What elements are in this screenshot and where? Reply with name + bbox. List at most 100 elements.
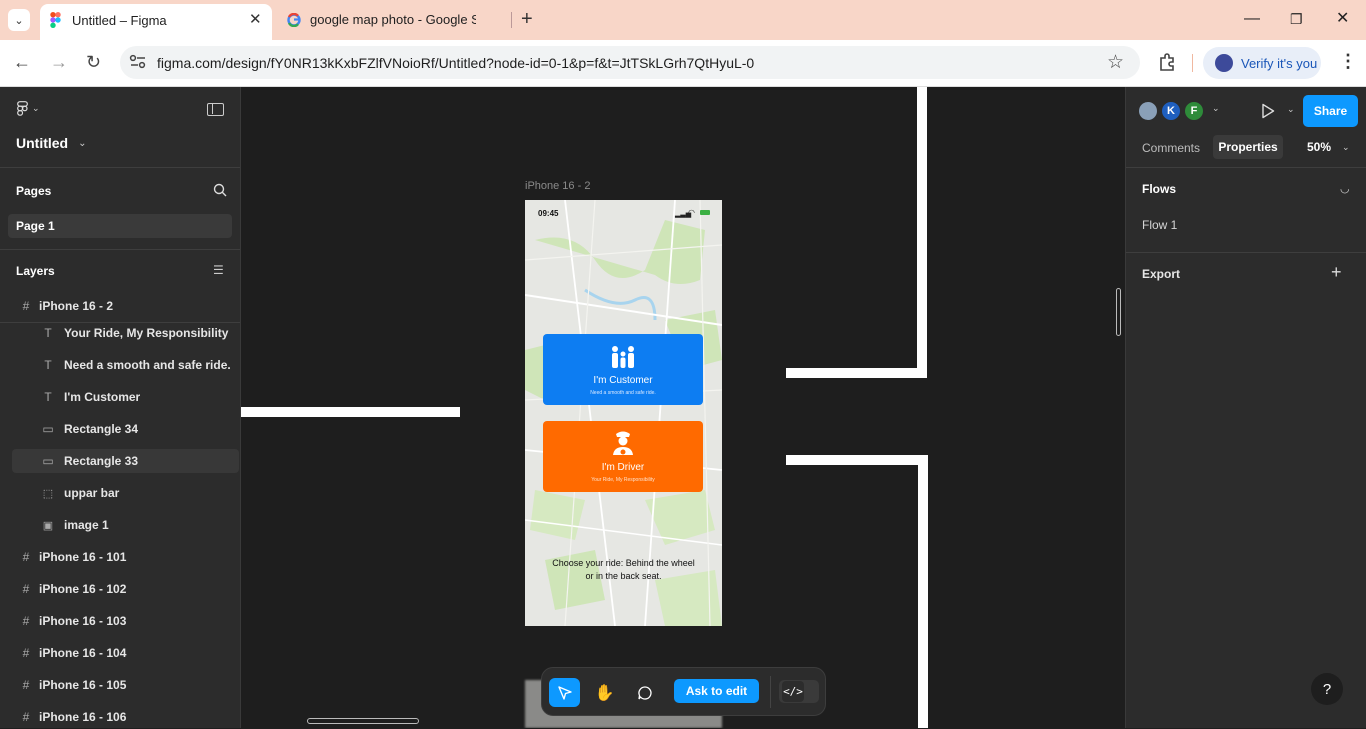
design-canvas[interactable]: iPhone 16 - 2 09:45 ▂▃▅ ◠ I'm Customer N… — [241, 87, 1125, 728]
present-icon[interactable] — [1261, 103, 1275, 119]
layer-row[interactable]: # iPhone 16 - 103 — [0, 609, 240, 633]
tab-search-button[interactable]: ⌄ — [8, 9, 30, 31]
chevron-down-icon[interactable]: ⌄ — [1287, 104, 1295, 115]
hand-tool-button[interactable]: ✋ — [589, 678, 620, 707]
divider — [1126, 167, 1366, 168]
new-tab-icon[interactable]: + — [521, 9, 533, 29]
omnibox[interactable]: figma.com/design/fY0NR13kKxbFZlfVNoioRf/… — [120, 46, 1140, 79]
address-toolbar: ← → ↻ figma.com/design/fY0NR13kKxbFZlfVN… — [0, 40, 1366, 87]
file-name[interactable]: Untitled ⌄ — [16, 135, 87, 151]
driver-subtitle: Your Ride, My Responsibility — [591, 477, 655, 483]
cursor-icon — [557, 685, 573, 701]
driver-icon — [611, 429, 635, 457]
layer-row[interactable]: ⬚ uppar bar — [0, 481, 240, 505]
tab-google[interactable]: google map photo - Google Se — [287, 12, 507, 27]
extensions-icon[interactable] — [1157, 52, 1177, 72]
divider — [0, 249, 240, 250]
help-button[interactable]: ? — [1311, 673, 1343, 705]
layer-row[interactable]: T I'm Customer — [0, 385, 240, 409]
customer-subtitle: Need a smooth and safe ride. — [590, 390, 656, 396]
layer-name: Rectangle 34 — [64, 422, 139, 436]
dev-mode-toggle[interactable]: </> — [779, 680, 819, 703]
tab-figma-content: Untitled – Figma — [50, 12, 260, 28]
layer-row[interactable]: T Your Ride, My Responsibility — [0, 321, 240, 345]
share-button[interactable]: Share — [1303, 95, 1358, 127]
customer-title: I'm Customer — [593, 375, 653, 386]
ask-to-edit-button[interactable]: Ask to edit — [674, 679, 759, 703]
layer-row[interactable]: ▭ Rectangle 34 — [0, 417, 240, 441]
layer-row[interactable]: # iPhone 16 - 101 — [0, 545, 240, 569]
restore-icon[interactable]: ❐ — [1290, 10, 1303, 28]
frame-icon: # — [22, 614, 30, 628]
back-icon[interactable]: ← — [13, 52, 31, 72]
layer-row[interactable]: T Need a smooth and safe ride. — [0, 353, 240, 377]
rectangle-icon: ▭ — [42, 422, 54, 436]
flow-item[interactable]: Flow 1 — [1142, 218, 1177, 232]
footer-text: Choose your ride: Behind the wheel or in… — [552, 558, 695, 581]
layer-name: iPhone 16 - 102 — [39, 582, 127, 596]
layer-name: iPhone 16 - 106 — [39, 710, 127, 724]
move-tool-button[interactable] — [549, 678, 580, 707]
minimize-icon[interactable]: — — [1244, 10, 1260, 28]
page-item-page-1[interactable]: Page 1 — [8, 214, 232, 238]
page-label: Page 1 — [16, 219, 55, 233]
tab-comments[interactable]: Comments — [1142, 141, 1200, 155]
browser-menu-icon[interactable]: ⋮ — [1339, 51, 1357, 72]
profile-icon — [1215, 54, 1233, 72]
add-export-icon[interactable]: + — [1331, 262, 1342, 283]
tab-title: google map photo - Google Se — [310, 12, 476, 27]
collapse-layers-icon[interactable]: ☰ — [213, 263, 224, 277]
customer-card[interactable]: I'm Customer Need a smooth and safe ride… — [543, 334, 703, 405]
search-icon[interactable] — [213, 183, 227, 197]
layers-panel: ⌄ Untitled ⌄ Pages Page 1 Layers ☰ # iPho… — [0, 87, 241, 728]
vertical-scrollbar[interactable] — [1116, 288, 1121, 336]
chevron-down-icon: ⌄ — [1342, 141, 1350, 152]
zoom-dropdown[interactable]: 50% ⌄ — [1307, 140, 1350, 154]
layer-name: iPhone 16 - 104 — [39, 646, 127, 660]
layer-name: image 1 — [64, 518, 109, 532]
layer-row[interactable]: # iPhone 16 - 102 — [0, 577, 240, 601]
reload-icon[interactable]: ↻ — [86, 52, 101, 72]
family-icon — [609, 345, 637, 370]
comment-tool-button[interactable] — [629, 678, 660, 707]
layer-row[interactable]: ▣ image 1 — [0, 513, 240, 537]
frame-label[interactable]: iPhone 16 - 2 — [525, 180, 590, 192]
forward-icon[interactable]: → — [50, 52, 68, 72]
driver-card[interactable]: I'm Driver Your Ride, My Responsibility — [543, 421, 703, 492]
verify-label: Verify it's you — [1241, 55, 1318, 71]
image-icon: ▣ — [42, 519, 54, 532]
collaborator-avatars[interactable]: K F ⌄ — [1137, 100, 1227, 122]
verify-identity-button[interactable]: Verify it's you — [1203, 47, 1321, 79]
toolbar-divider — [770, 676, 771, 708]
layer-row-selected[interactable]: ▭ Rectangle 33 — [12, 449, 239, 473]
tab-title: Untitled – Figma — [72, 12, 167, 28]
export-title: Export — [1142, 267, 1181, 281]
main-menu-button[interactable]: ⌄ — [17, 101, 40, 116]
prototype-connector — [786, 368, 927, 378]
iphone-frame[interactable]: 09:45 ▂▃▅ ◠ I'm Customer Need a smooth a… — [525, 200, 722, 626]
hand-icon: ✋ — [594, 684, 615, 702]
layer-name: iPhone 16 - 103 — [39, 614, 127, 628]
chevron-down-icon: ⌄ — [1212, 103, 1220, 113]
layers-title: Layers — [16, 264, 55, 278]
bookmark-star-icon[interactable]: ☆ — [1107, 51, 1124, 74]
horizontal-scrollbar[interactable] — [307, 718, 419, 724]
help-icon: ? — [1322, 680, 1332, 698]
close-window-icon[interactable]: ✕ — [1336, 10, 1349, 28]
close-tab-icon[interactable]: ✕ — [249, 12, 262, 28]
layer-name: iPhone 16 - 101 — [39, 550, 127, 564]
zoom-level: 50% — [1307, 140, 1332, 154]
frame-icon: # — [22, 299, 30, 313]
driver-title: I'm Driver — [601, 462, 645, 473]
layer-row[interactable]: # iPhone 16 - 105 — [0, 673, 240, 697]
layer-row[interactable]: # iPhone 16 - 106 — [0, 705, 240, 729]
tab-properties[interactable]: Properties — [1213, 135, 1283, 159]
avatar: F — [1183, 100, 1205, 122]
toggle-sidebar-icon[interactable] — [207, 103, 224, 116]
layer-row[interactable]: # iPhone 16 - 104 — [0, 641, 240, 665]
layer-row[interactable]: # iPhone 16 - 2 — [0, 294, 240, 318]
hide-flows-icon[interactable]: ◡ — [1340, 182, 1350, 195]
layer-name: iPhone 16 - 2 — [39, 299, 114, 313]
site-info-icon[interactable] — [129, 54, 147, 70]
layer-name: Your Ride, My Responsibility — [64, 326, 229, 340]
